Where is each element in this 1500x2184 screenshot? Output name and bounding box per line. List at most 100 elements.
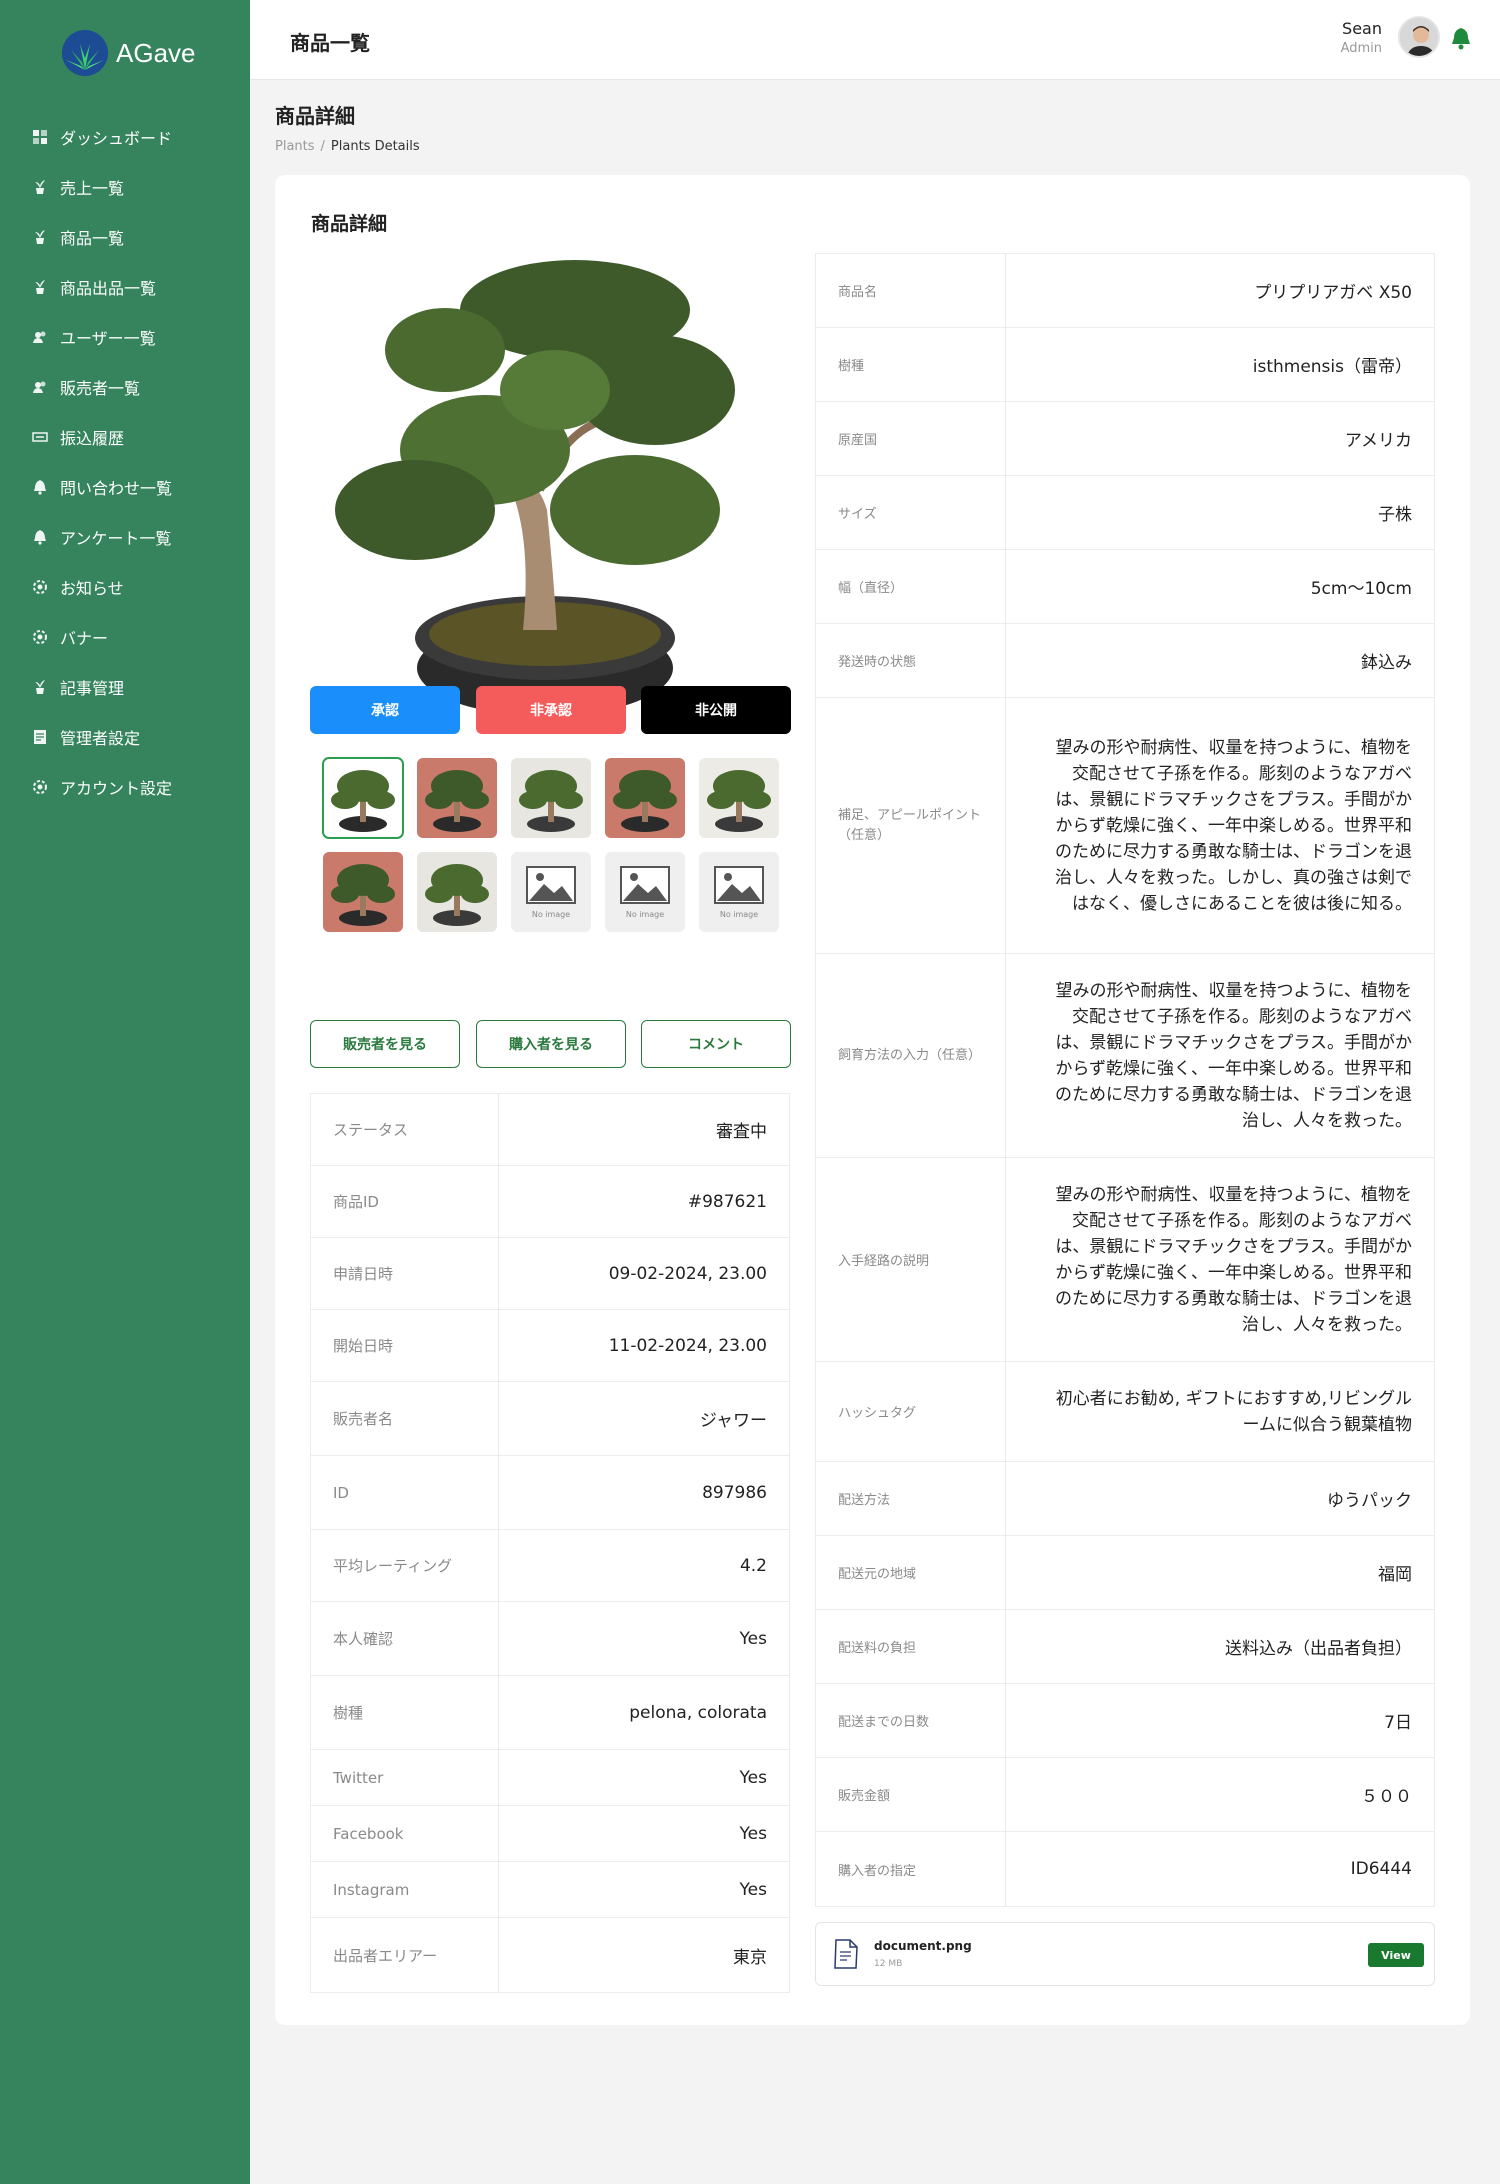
thumbnail-image[interactable] <box>322 757 404 839</box>
thumbnail-placeholder[interactable]: No image <box>511 852 591 932</box>
brand-logo[interactable]: AGave <box>62 30 196 76</box>
sidebar-item-13[interactable]: 管理者設定 <box>0 712 250 762</box>
topbar: 商品一覧 Sean Admin <box>250 0 1500 80</box>
detail-label: 出品者エリアー <box>311 1918 499 1992</box>
spec-label: ハッシュタグ <box>816 1362 1006 1461</box>
thumbnail-placeholder[interactable]: No image <box>605 852 685 932</box>
topbar-title: 商品一覧 <box>290 31 370 55</box>
view-buyer-button[interactable]: 購入者を見る <box>476 1020 626 1068</box>
spec-label: 販売金額 <box>816 1758 1006 1831</box>
page-header: 商品詳細 Plants / Plants Details <box>275 100 420 154</box>
notification-bell-icon[interactable] <box>1450 26 1472 54</box>
sidebar-item-5[interactable]: ユーザー一覧 <box>0 312 250 362</box>
sidebar-item-3[interactable]: 商品一覧 <box>0 212 250 262</box>
spec-value: isthmensis（雷帝） <box>1252 357 1412 377</box>
detail-value: 11-02-2024, 23.00 <box>608 1335 767 1356</box>
thumbnail-image[interactable] <box>417 852 497 932</box>
page-title: 商品詳細 <box>275 104 355 128</box>
no-image-label: No image <box>531 909 571 919</box>
detail-row: 商品ID #987621 <box>311 1166 789 1238</box>
spec-label: 商品名 <box>816 254 1006 327</box>
document-size: 12 MB <box>874 1959 903 1969</box>
view-document-button[interactable]: View <box>1368 1943 1424 1967</box>
sidebar-item-9[interactable]: アンケート一覧 <box>0 512 250 562</box>
spec-row: 配送料の負担 送料込み（出品者負担） <box>816 1610 1434 1684</box>
unpublish-button[interactable]: 非公開 <box>641 686 791 734</box>
sidebar-item-8[interactable]: 問い合わせ一覧 <box>0 462 250 512</box>
sidebar-item-14[interactable]: アカウント設定 <box>0 762 250 812</box>
detail-row: 出品者エリアー 東京 <box>311 1918 789 1992</box>
agave-logo-icon <box>62 30 108 76</box>
no-image-label: No image <box>719 909 759 919</box>
spec-value: 望みの形や耐病性、収量を持つように、植物を交配させて子孫を作る。彫刻のようなアガ… <box>1055 1184 1412 1335</box>
sidebar-item-label: 売上一覧 <box>60 179 125 198</box>
sidebar-item-10[interactable]: お知らせ <box>0 562 250 612</box>
detail-value: 審査中 <box>716 1122 767 1142</box>
spec-value: プリプリアガベ X50 <box>1254 283 1412 303</box>
detail-label: 申請日時 <box>311 1238 499 1309</box>
product-detail-card: 商品詳細 No image No image No image 承認 非承認 非公開… <box>275 175 1470 2025</box>
detail-label: 平均レーティング <box>311 1530 499 1601</box>
spec-label: 幅（直径） <box>816 550 1006 623</box>
view-seller-button[interactable]: 販売者を見る <box>310 1020 460 1068</box>
user-menu[interactable]: Sean Admin <box>1341 16 1440 58</box>
bell-icon <box>32 479 48 495</box>
sidebar-item-2[interactable]: 売上一覧 <box>0 162 250 212</box>
sidebar-item-4[interactable]: 商品出品一覧 <box>0 262 250 312</box>
spec-label: 樹種 <box>816 328 1006 401</box>
thumbnail-image[interactable] <box>511 758 591 838</box>
sidebar-nav: ダッシュボード売上一覧商品一覧商品出品一覧 ユーザー一覧 販売者一覧振込履歴 問い合わ… <box>0 112 250 812</box>
detail-row: 販売者名 ジャワー <box>311 1382 789 1456</box>
sidebar-item-7[interactable]: 振込履歴 <box>0 412 250 462</box>
sidebar-item-label: 管理者設定 <box>60 729 141 748</box>
spec-row: 購入者の指定 ID6444 <box>816 1832 1434 1906</box>
breadcrumb-separator: / <box>320 139 325 154</box>
sidebar-item-label: ユーザー一覧 <box>60 329 156 348</box>
sidebar-item-label: 販売者一覧 <box>60 379 141 398</box>
reject-button[interactable]: 非承認 <box>476 686 626 734</box>
spec-value: 初心者にお勧め, ギフトにおすすめ,リビングルームに似合う観葉植物 <box>1055 1388 1412 1435</box>
sidebar-item-label: 商品一覧 <box>60 229 125 248</box>
spec-row: 配送方法 ゆうパック <box>816 1462 1434 1536</box>
spec-row: 商品名 プリプリアガベ X50 <box>816 254 1434 328</box>
spec-row: 幅（直径） 5cm〜10cm <box>816 550 1434 624</box>
sidebar-item-6[interactable]: 販売者一覧 <box>0 362 250 412</box>
approve-button[interactable]: 承認 <box>310 686 460 734</box>
detail-value: Yes <box>739 1628 767 1649</box>
transfer-icon <box>32 429 48 445</box>
document-attachment: document.png 12 MB View <box>815 1922 1435 1986</box>
spec-label: 発送時の状態 <box>816 624 1006 697</box>
sidebar-item-label: 商品出品一覧 <box>60 279 157 298</box>
detail-label: 樹種 <box>311 1676 499 1749</box>
document-file-icon <box>832 1937 860 1975</box>
thumbnail-placeholder[interactable]: No image <box>699 852 779 932</box>
detail-row: 樹種 pelona, colorata <box>311 1676 789 1750</box>
breadcrumb-parent[interactable]: Plants <box>275 139 315 154</box>
spec-row: 販売金額 ５００ <box>816 1758 1434 1832</box>
detail-row: ID 897986 <box>311 1456 789 1530</box>
detail-label: Instagram <box>311 1862 499 1917</box>
thumbnail-image[interactable] <box>605 758 685 838</box>
thumbnail-image[interactable] <box>699 758 779 838</box>
sidebar-item-1[interactable]: ダッシュボード <box>0 112 250 162</box>
spec-row: 補足、アピールポイント（任意） 望みの形や耐病性、収量を持つように、植物を交配させ… <box>816 698 1434 954</box>
document-name: document.png <box>874 1939 972 1953</box>
spec-label: 配送元の地域 <box>816 1536 1006 1609</box>
plant-pot-icon <box>32 679 48 695</box>
detail-value: Yes <box>739 1823 767 1844</box>
thumbnail-image[interactable] <box>323 852 403 932</box>
sidebar-item-label: アンケート一覧 <box>60 529 172 548</box>
spec-label: 配送までの日数 <box>816 1684 1006 1757</box>
comment-button[interactable]: コメント <box>641 1020 791 1068</box>
detail-value: 東京 <box>733 1947 767 1968</box>
avatar[interactable] <box>1398 16 1440 58</box>
sidebar-item-label: 記事管理 <box>60 679 125 698</box>
spec-row: ハッシュタグ 初心者にお勧め, ギフトにおすすめ,リビングルームに似合う観葉植物 <box>816 1362 1434 1462</box>
spec-row: 飼育方法の入力（任意） 望みの形や耐病性、収量を持つように、植物を交配させて子孫を… <box>816 954 1434 1158</box>
sidebar-item-12[interactable]: 記事管理 <box>0 662 250 712</box>
thumbnail-image[interactable] <box>417 758 497 838</box>
plant-pot-icon <box>32 229 48 245</box>
spec-row: 配送までの日数 7日 <box>816 1684 1434 1758</box>
sidebar-item-11[interactable]: バナー <box>0 612 250 662</box>
spec-label: 飼育方法の入力（任意） <box>816 954 1006 1157</box>
